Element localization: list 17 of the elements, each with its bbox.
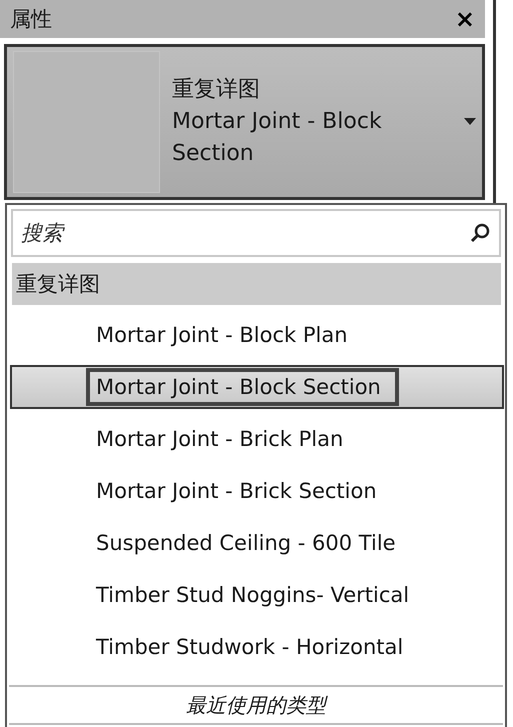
group-header: 重复详图 <box>12 263 501 305</box>
recent-types-header: 最近使用的类型 <box>9 685 503 725</box>
type-selector[interactable]: 重复详图 Mortar Joint - Block Section <box>4 44 485 200</box>
list-item[interactable]: Mortar Joint - Block Section <box>10 365 504 409</box>
type-name: Mortar Joint - Block Section <box>172 108 383 168</box>
search-field[interactable]: 搜索 <box>11 209 501 257</box>
search-icon <box>469 222 491 244</box>
list-item[interactable]: Mortar Joint - Brick Section <box>10 465 504 517</box>
caret-icon <box>464 118 476 126</box>
panel-title: 属性 <box>10 6 52 33</box>
close-button[interactable]: × <box>454 5 475 33</box>
family-name: 重复详图 <box>172 76 261 104</box>
list-item[interactable]: Suspended Ceiling - 600 Tile <box>10 517 504 569</box>
list-item[interactable]: Timber Stud Noggins- Vertical <box>10 569 504 621</box>
list-item[interactable]: Mortar Joint - Brick Plan <box>10 413 504 465</box>
list-item[interactable]: Mortar Joint - Block Plan <box>10 309 504 361</box>
list-item[interactable]: Timber Studwork - Horizontal <box>10 621 504 673</box>
